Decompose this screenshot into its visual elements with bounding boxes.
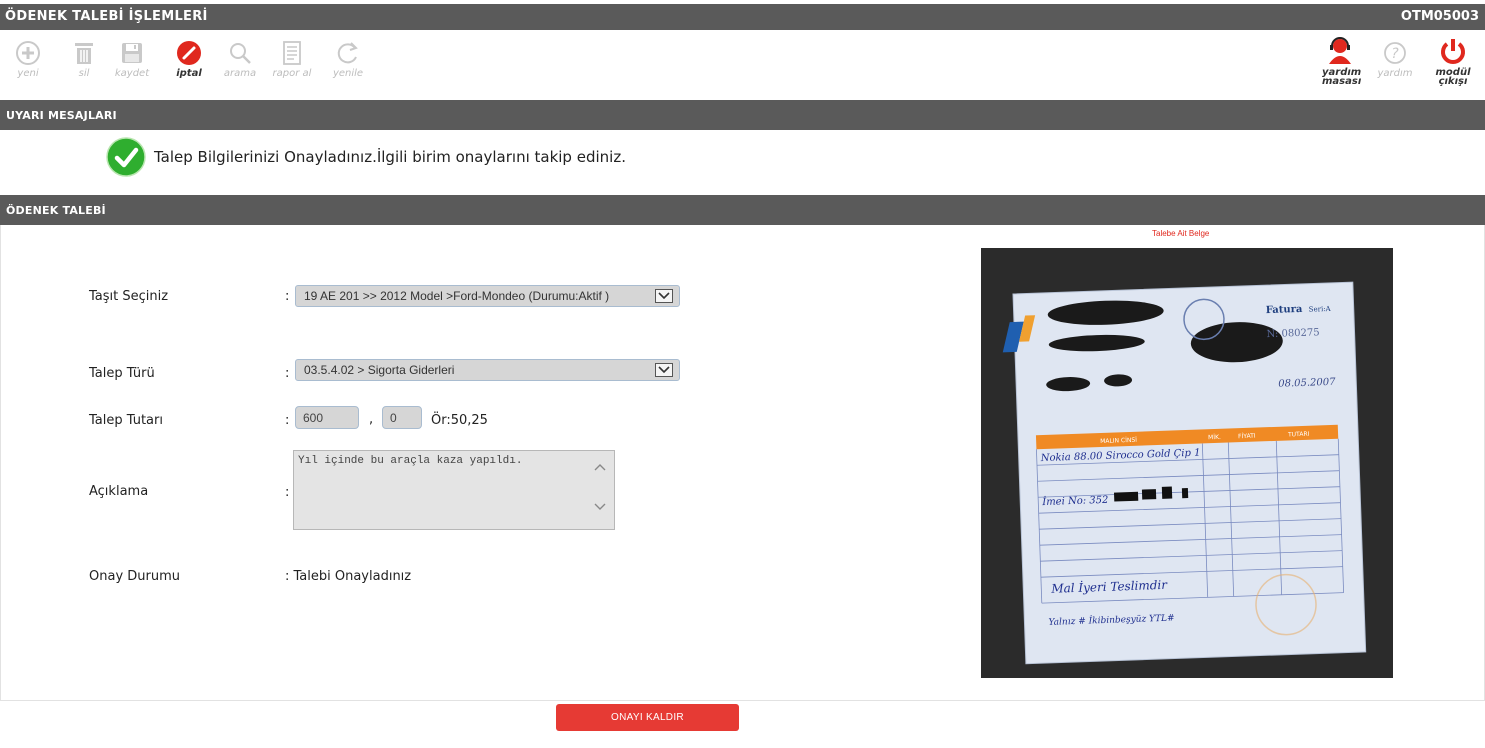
help-button[interactable]: ? yardım	[1376, 40, 1414, 79]
document-caption: Talebe Ait Belge	[1152, 229, 1210, 238]
invoice-date: 08.05.2007	[1278, 377, 1336, 390]
new-label: yeni	[17, 68, 39, 79]
status-label: Onay Durumu	[89, 569, 180, 584]
cancel-button[interactable]: iptal	[174, 40, 204, 79]
amount-separator: ,	[369, 412, 374, 427]
report-icon	[283, 41, 301, 65]
new-button[interactable]: yeni	[14, 40, 42, 79]
refresh-label: yenile	[332, 68, 364, 79]
chevron-down-icon[interactable]	[655, 289, 673, 303]
col-header-price: FİYATI	[1238, 433, 1256, 441]
help-label: yardım	[1377, 68, 1413, 79]
col-header-item: MALIN CİNSİ	[1100, 437, 1137, 445]
warnings-title: UYARI MESAJLARI	[6, 109, 117, 122]
description-label: Açıklama	[89, 484, 149, 499]
cancel-icon	[177, 41, 201, 65]
screen-code: OTM05003	[1400, 9, 1479, 24]
col-header-total: TUTARI	[1287, 431, 1310, 439]
trash-icon	[75, 43, 93, 64]
invoice-title: Fatura	[1266, 304, 1304, 316]
description-value: Yıl içinde bu araçla kaza yapıldı.	[298, 455, 523, 467]
status-value: : Talebi Onayladınız	[285, 569, 412, 584]
search-icon	[230, 43, 251, 64]
plus-circle-icon	[16, 41, 40, 65]
helpdesk-button[interactable]: yardım masası	[1322, 36, 1362, 87]
invoice-line-2: İmei No: 352	[1041, 494, 1109, 508]
search-button[interactable]: arama	[222, 40, 258, 79]
description-colon: :	[285, 485, 290, 500]
invoice-image: Fatura Seri:A N: 080275 08.05.2007 MALIN…	[981, 248, 1393, 678]
vehicle-colon: :	[285, 289, 290, 304]
vehicle-select-value: 19 AE 201 >> 2012 Model >Ford-Mondeo (Du…	[304, 289, 610, 303]
col-header-qty: MİK.	[1208, 434, 1221, 441]
request-type-colon: :	[285, 366, 290, 381]
chevron-down-icon[interactable]	[594, 503, 606, 511]
remove-approval-button[interactable]: ONAYI KALDIR	[556, 704, 739, 731]
floppy-disk-icon	[122, 43, 142, 63]
refresh-button[interactable]: yenile	[328, 40, 368, 79]
delete-button[interactable]: sil	[70, 40, 98, 79]
help-icon: ?	[1384, 42, 1406, 64]
helpdesk-label-2: masası	[1322, 76, 1362, 87]
helpdesk-icon	[1329, 37, 1351, 64]
save-label: kaydet	[114, 68, 150, 79]
amount-colon: :	[285, 413, 290, 428]
amount-fraction-input[interactable]: 0	[382, 406, 422, 429]
chevron-up-icon[interactable]	[594, 463, 606, 471]
request-type-select[interactable]: 03.5.4.02 > Sigorta Giderleri	[295, 359, 680, 381]
invoice-number: N: 080275	[1266, 327, 1319, 340]
power-icon	[1441, 39, 1465, 64]
form-title: ÖDENEK TALEBİ	[6, 204, 106, 217]
report-button[interactable]: rapor al	[270, 40, 314, 79]
chevron-down-icon[interactable]	[655, 363, 673, 377]
description-textarea[interactable]: Yıl içinde bu araçla kaza yapıldı.	[293, 450, 615, 530]
amount-label: Talep Tutarı	[89, 413, 163, 428]
cancel-label: iptal	[176, 68, 202, 79]
invoice-photo: Fatura Seri:A N: 080275 08.05.2007 MALIN…	[981, 248, 1393, 678]
delete-label: sil	[78, 68, 90, 79]
form-header: ÖDENEK TALEBİ	[0, 195, 1485, 225]
amount-hint: Ör:50,25	[431, 413, 488, 428]
vehicle-select[interactable]: 19 AE 201 >> 2012 Model >Ford-Mondeo (Du…	[295, 285, 680, 307]
module-exit-button[interactable]: modül çıkışı	[1432, 36, 1474, 87]
amount-whole-input[interactable]: 600	[295, 406, 359, 429]
module-exit-label-2: çıkışı	[1438, 76, 1468, 87]
vehicle-label: Taşıt Seçiniz	[89, 289, 169, 304]
search-label: arama	[223, 68, 257, 79]
report-label: rapor al	[272, 68, 312, 79]
svg-text:?: ?	[1391, 46, 1399, 62]
toolbar: yeni sil kaydet iptal arama rapor al yen…	[0, 30, 1485, 98]
warnings-header: UYARI MESAJLARI	[0, 100, 1485, 130]
request-type-label: Talep Türü	[89, 366, 155, 381]
checkmark-icon	[106, 137, 146, 177]
invoice-series: Seri:A	[1309, 305, 1332, 314]
page-title: ÖDENEK TALEBİ İŞLEMLERİ	[5, 9, 208, 24]
window-title-bar: ÖDENEK TALEBİ İŞLEMLERİ OTM05003	[0, 4, 1485, 30]
success-message-text: Talep Bilgilerinizi Onayladınız.İlgili b…	[154, 148, 626, 166]
save-button[interactable]: kaydet	[114, 40, 150, 79]
refresh-icon	[337, 42, 358, 64]
request-type-select-value: 03.5.4.02 > Sigorta Giderleri	[304, 363, 455, 377]
